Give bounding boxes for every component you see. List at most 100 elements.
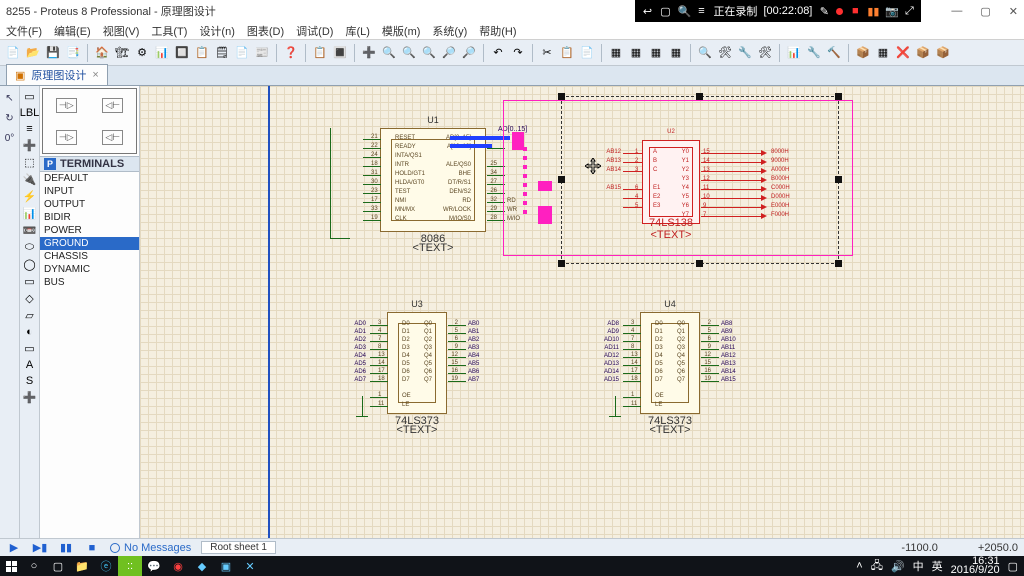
taskbar-proteus-icon[interactable]: ▣ xyxy=(214,556,238,576)
toolbar-button[interactable]: 🔧 xyxy=(736,44,754,62)
start-button[interactable] xyxy=(0,556,22,576)
toolbar-button[interactable]: 🔳 xyxy=(331,44,349,62)
list-item[interactable]: DEFAULT xyxy=(40,172,139,185)
ime-indicator[interactable]: 英 xyxy=(932,558,943,574)
menu-item[interactable]: 工具(T) xyxy=(151,23,187,39)
toolbar-button[interactable]: 📋 xyxy=(193,44,211,62)
toolbar-button[interactable]: 🔲 xyxy=(173,44,191,62)
toolbar-button[interactable]: 📦 xyxy=(854,44,872,62)
palette-button[interactable]: ➕ xyxy=(23,139,37,152)
menu-item[interactable]: 视图(V) xyxy=(103,23,140,39)
palette-button[interactable]: ▱ xyxy=(25,309,33,322)
list-item[interactable]: CHASSIS xyxy=(40,250,139,263)
toolbar-button[interactable]: ▦ xyxy=(647,44,665,62)
selection-handle[interactable] xyxy=(558,93,565,100)
taskbar-app-icon[interactable]: ◆ xyxy=(190,556,214,576)
toolbar-button[interactable]: ⚙ xyxy=(133,44,151,62)
ime-indicator[interactable]: 中 xyxy=(913,558,924,574)
list-item[interactable]: INPUT xyxy=(40,185,139,198)
toolbar-button[interactable]: 🔎 xyxy=(460,44,478,62)
menu-item[interactable]: 库(L) xyxy=(345,23,369,39)
palette-button[interactable]: 📼 xyxy=(23,224,37,237)
palette-button[interactable]: ↖ xyxy=(2,90,18,106)
palette-button[interactable]: LBL xyxy=(20,107,40,119)
toolbar-button[interactable]: 📑 xyxy=(64,44,82,62)
toolbar-button[interactable]: 🏠 xyxy=(93,44,111,62)
toolbar-button[interactable]: ▦ xyxy=(667,44,685,62)
clock[interactable]: 16:312016/9/20 xyxy=(951,557,1000,575)
list-item[interactable]: OUTPUT xyxy=(40,198,139,211)
taskbar-app-icon[interactable]: :: xyxy=(118,556,142,576)
search-icon[interactable]: 🔍 xyxy=(677,5,689,18)
palette-button[interactable]: ↻ xyxy=(2,110,18,126)
stop-button[interactable]: ■ xyxy=(84,541,100,555)
palette-button[interactable]: A xyxy=(26,359,33,371)
taskbar-edge-icon[interactable]: ⓔ xyxy=(94,556,118,576)
selection-handle[interactable] xyxy=(558,260,565,267)
minimize-button[interactable]: — xyxy=(951,5,962,18)
taskbar-search-icon[interactable]: ○ xyxy=(22,556,46,576)
tab-schematic[interactable]: ▣ 原理图设计 × xyxy=(6,64,108,85)
menu-item[interactable]: 图表(D) xyxy=(247,23,284,39)
undo-icon[interactable]: ↩ xyxy=(641,5,653,18)
palette-button[interactable]: ▭ xyxy=(24,90,34,103)
edit-icon[interactable]: ✎ xyxy=(818,5,830,18)
canvas-area[interactable]: U1 8086<TEXT> RESET21READY22INTA/QS124IN… xyxy=(140,86,1024,538)
system-tray[interactable]: ˄ 🖧 🔊 中 英 16:312016/9/20 ▢ xyxy=(850,557,1024,576)
toolbar-button[interactable]: ↷ xyxy=(509,44,527,62)
toolbar-button[interactable]: 📄 xyxy=(4,44,22,62)
selection-handle[interactable] xyxy=(835,93,842,100)
toolbar-button[interactable]: 📄 xyxy=(233,44,251,62)
tray-volume-icon[interactable]: 🔊 xyxy=(891,560,905,573)
toolbar-button[interactable]: 📋 xyxy=(558,44,576,62)
toolbar-button[interactable]: 🏗 xyxy=(113,44,131,62)
list-item[interactable]: GROUND xyxy=(40,237,139,250)
palette-button[interactable]: 📊 xyxy=(23,207,37,220)
play-button[interactable]: ▶ xyxy=(6,541,22,555)
list-item[interactable]: DYNAMIC xyxy=(40,263,139,276)
selection-handle[interactable] xyxy=(835,260,842,267)
toolbar-button[interactable]: ▦ xyxy=(627,44,645,62)
sheet-selector[interactable]: Root sheet 1 xyxy=(201,541,276,554)
palette-button[interactable]: ⬭ xyxy=(25,241,34,254)
step-button[interactable]: ▶▮ xyxy=(32,541,48,555)
toolbar-button[interactable]: 📦 xyxy=(934,44,952,62)
toolbar-button[interactable]: 🔨 xyxy=(825,44,843,62)
menu-item[interactable]: 帮助(H) xyxy=(479,23,516,39)
menu-item[interactable]: 系统(y) xyxy=(432,23,467,39)
taskbar-app-icon[interactable]: ✕ xyxy=(238,556,262,576)
toolbar-button[interactable]: 📋 xyxy=(311,44,329,62)
stop-icon[interactable]: ■ xyxy=(849,5,861,17)
selection-handle[interactable] xyxy=(696,260,703,267)
list-item[interactable]: BUS xyxy=(40,276,139,289)
menu-item[interactable]: 文件(F) xyxy=(6,23,42,39)
pause-button[interactable]: ▮▮ xyxy=(58,541,74,555)
toolbar-button[interactable]: ▦ xyxy=(607,44,625,62)
list-item[interactable]: BIDIR xyxy=(40,211,139,224)
palette-button[interactable]: S xyxy=(26,375,33,387)
toolbar-button[interactable]: 🔍 xyxy=(696,44,714,62)
toolbar-button[interactable]: 📂 xyxy=(24,44,42,62)
messages-indicator[interactable]: No Messages xyxy=(110,542,191,554)
tab-close-button[interactable]: × xyxy=(92,69,98,81)
notifications-icon[interactable]: ▢ xyxy=(1008,560,1018,573)
chip-u4-74ls373[interactable]: U4 74LS373<TEXT> D03AD8D14AD9D27AD10D38A… xyxy=(640,312,700,414)
taskbar-explorer-icon[interactable]: 📁 xyxy=(70,556,94,576)
maximize-button[interactable]: ▢ xyxy=(980,5,990,18)
chip-u2-74ls138[interactable]: U2 74LS138<TEXT> A1AB12B2AB13C3AB14E16AB… xyxy=(642,140,700,224)
palette-button[interactable]: ◇ xyxy=(25,292,33,305)
palette-button[interactable]: ▭ xyxy=(24,275,34,288)
menu-icon[interactable]: ≡ xyxy=(695,5,707,17)
tray-network-icon[interactable]: 🖧 xyxy=(871,557,883,576)
close-button[interactable]: ✕ xyxy=(1009,5,1018,18)
toolbar-button[interactable]: ❌ xyxy=(894,44,912,62)
palette-button[interactable]: ⚡ xyxy=(23,190,37,203)
list-item[interactable]: POWER xyxy=(40,224,139,237)
taskbar-recorder-icon[interactable]: ◉ xyxy=(166,556,190,576)
camera-icon[interactable]: 📷 xyxy=(885,5,897,18)
toolbar-button[interactable]: ❓ xyxy=(282,44,300,62)
toolbar-button[interactable]: 🔍 xyxy=(400,44,418,62)
taskbar-app-icon[interactable]: 💬 xyxy=(142,556,166,576)
menu-item[interactable]: 模版(m) xyxy=(382,23,421,39)
pause-icon[interactable]: ▮▮ xyxy=(867,5,879,18)
